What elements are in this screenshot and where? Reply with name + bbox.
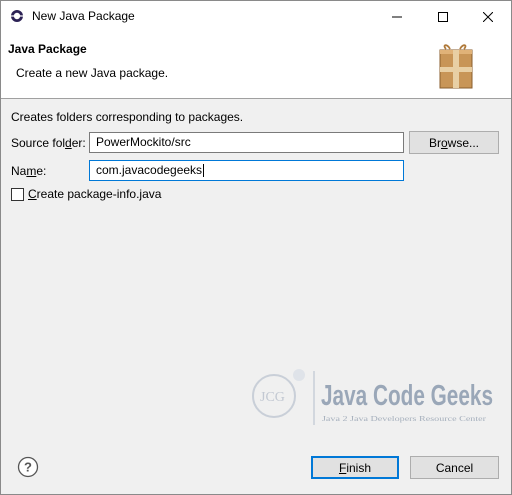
minimize-button[interactable] bbox=[374, 1, 420, 32]
title-bar: New Java Package bbox=[1, 1, 511, 32]
svg-text:Java 2 Java Developers Resourc: Java 2 Java Developers Resource Center bbox=[322, 414, 487, 423]
dialog-window: New Java Package Java Package Create a n… bbox=[0, 0, 512, 495]
create-package-info-label: Create package-info.java bbox=[28, 187, 162, 201]
source-folder-label: Source folder: bbox=[11, 136, 86, 150]
finish-button[interactable]: Finish bbox=[311, 456, 399, 479]
svg-text:Java Code Geeks: Java Code Geeks bbox=[321, 380, 493, 412]
create-package-info-option[interactable]: Create package-info.java bbox=[11, 187, 161, 201]
banner-description: Create a new Java package. bbox=[16, 66, 169, 80]
close-icon bbox=[483, 11, 493, 22]
help-icon[interactable]: ? bbox=[17, 456, 39, 478]
info-text: Creates folders corresponding to package… bbox=[11, 110, 244, 124]
header-banner: Java Package Create a new Java package. bbox=[1, 32, 511, 99]
maximize-button[interactable] bbox=[420, 1, 466, 32]
name-label: Name: bbox=[11, 164, 47, 178]
eclipse-icon bbox=[11, 10, 23, 22]
svg-text:?: ? bbox=[24, 460, 32, 475]
svg-text:JCG: JCG bbox=[260, 390, 285, 405]
window-title: New Java Package bbox=[32, 9, 135, 23]
package-name-input[interactable]: com.javacodegeeks bbox=[89, 160, 404, 181]
watermark-logo: JCG Java Code Geeks Java 2 Java Develope… bbox=[252, 369, 493, 425]
close-button[interactable] bbox=[465, 1, 511, 32]
minimize-icon bbox=[392, 16, 402, 17]
source-folder-input[interactable]: PowerMockito/src bbox=[89, 132, 404, 153]
text-caret bbox=[203, 164, 205, 178]
maximize-icon bbox=[438, 11, 448, 22]
package-icon bbox=[439, 44, 473, 89]
browse-button[interactable]: Br o wse... bbox=[409, 131, 499, 154]
banner-title: Java Package bbox=[8, 42, 87, 56]
create-package-info-checkbox[interactable] bbox=[11, 187, 24, 201]
cancel-button[interactable]: Cancel bbox=[410, 456, 499, 479]
